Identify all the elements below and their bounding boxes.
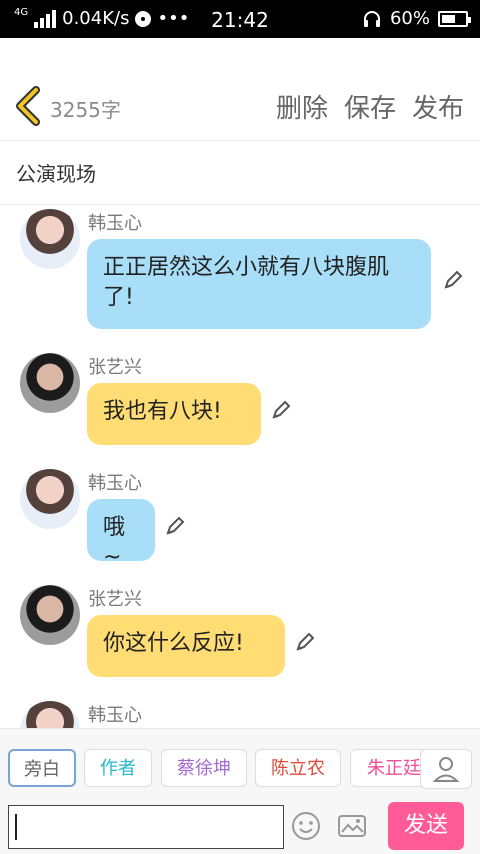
tag-author[interactable]: 作者: [84, 749, 152, 787]
message-bubble[interactable]: 你这什么反应!: [87, 615, 285, 677]
character-bar: 旁白 作者 蔡徐坤 陈立农 朱正廷: [0, 728, 480, 799]
story-title[interactable]: 公演现场: [16, 158, 96, 187]
headphones-icon: [363, 10, 380, 27]
word-count: 3255字: [50, 98, 121, 122]
battery-percent: 60%: [389, 8, 430, 29]
tag-narrator[interactable]: 旁白: [8, 749, 76, 787]
speaker-name: 张艺兴: [88, 589, 142, 610]
avatar[interactable]: [20, 209, 80, 269]
composer-bar: 发送: [0, 798, 480, 854]
avatar[interactable]: [20, 469, 80, 529]
pencil-icon[interactable]: [442, 269, 464, 291]
publish-button[interactable]: 发布: [412, 88, 464, 125]
message-bubble[interactable]: 正正居然这么小就有八块腹肌了!: [87, 239, 431, 329]
speaker-name: 韩玉心: [88, 705, 142, 726]
battery-icon: [438, 10, 471, 27]
message-bubble[interactable]: 我也有八块!: [87, 383, 261, 445]
person-icon[interactable]: [420, 749, 472, 789]
text-caret: [15, 814, 17, 840]
chevron-left-icon[interactable]: [14, 86, 42, 126]
editor-header: 3255字 删除 保存 发布: [0, 74, 480, 141]
pencil-icon[interactable]: [164, 515, 186, 537]
tag-character[interactable]: 蔡徐坤: [161, 749, 247, 787]
image-icon[interactable]: [336, 810, 368, 842]
pencil-icon[interactable]: [294, 631, 316, 653]
battery-fill: [442, 14, 456, 23]
delete-button[interactable]: 删除: [276, 88, 328, 125]
pencil-icon[interactable]: [270, 399, 292, 421]
tag-character[interactable]: 陈立农: [255, 749, 341, 787]
save-button[interactable]: 保存: [344, 88, 396, 125]
avatar[interactable]: [20, 701, 80, 728]
message-bubble[interactable]: 哦~: [87, 499, 155, 570]
send-button[interactable]: 发送: [388, 802, 464, 850]
emoji-icon[interactable]: [290, 810, 322, 842]
avatar[interactable]: [20, 585, 80, 645]
avatar[interactable]: [20, 353, 80, 413]
speaker-name: 张艺兴: [88, 357, 142, 378]
chat-list[interactable]: 韩玉心 正正居然这么小就有八块腹肌了! 张艺兴 我也有八块! 韩玉心 哦~ 张艺…: [0, 205, 480, 728]
status-bar: 4G 0.04K/s ••• 21:42 60%: [0, 0, 480, 38]
speaker-name: 韩玉心: [88, 213, 142, 234]
header-actions: 删除 保存 发布: [276, 88, 464, 125]
message-input[interactable]: [8, 805, 284, 849]
speaker-name: 韩玉心: [88, 473, 142, 494]
status-right: 60%: [362, 8, 471, 29]
